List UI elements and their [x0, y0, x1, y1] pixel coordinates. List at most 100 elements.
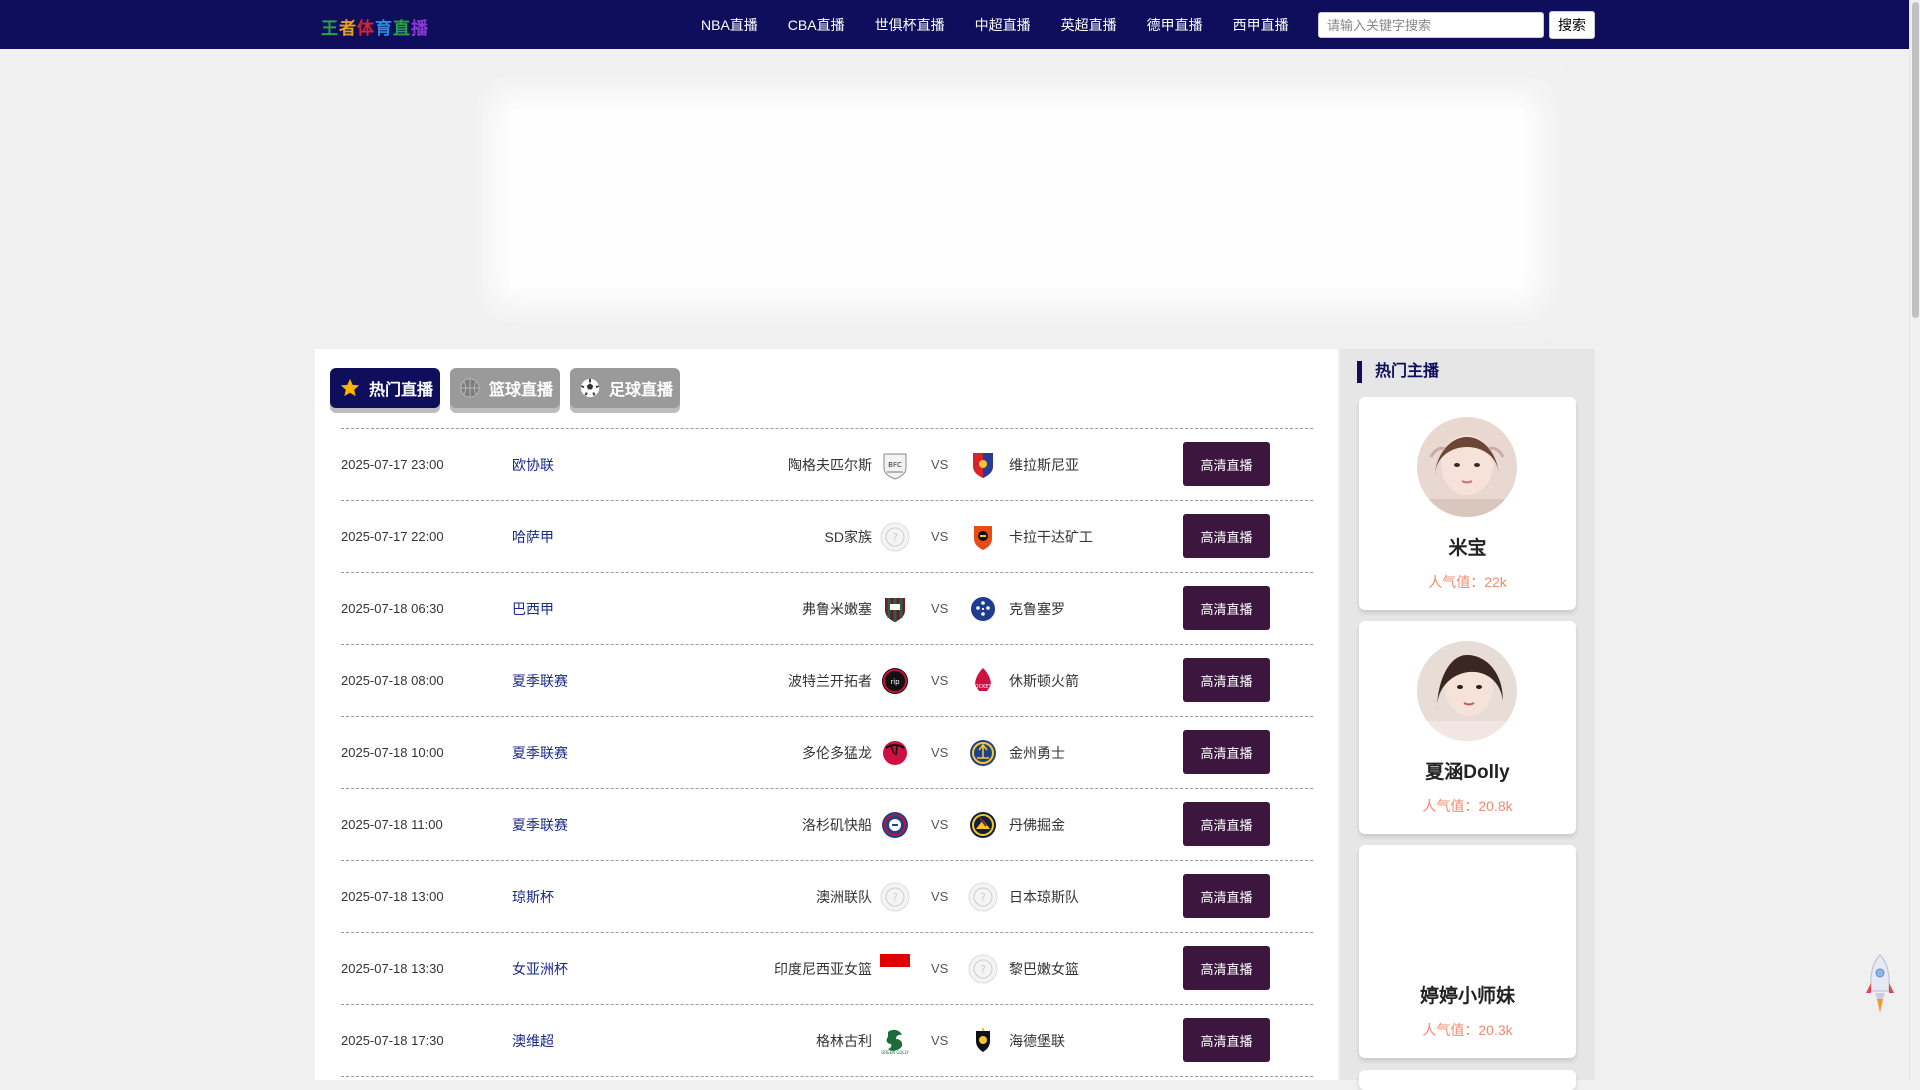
- clippers-logo-icon: [880, 810, 910, 840]
- match-row: 2025-07-18 08:00 夏季联赛 波特兰开拓者 rip VS ROCK…: [341, 645, 1313, 717]
- match-row: 2025-07-17 22:00 哈萨甲 SD家族 ? VS 卡拉干达矿工 高清…: [341, 501, 1313, 573]
- watch-live-button[interactable]: 高清直播: [1183, 442, 1270, 486]
- away-team: 黎巴嫩女篮: [1009, 961, 1079, 977]
- nav-item-club-world-cup[interactable]: 世俱杯直播: [860, 0, 960, 49]
- placeholder-team-icon: ?: [968, 882, 998, 912]
- nav-item-csl[interactable]: 中超直播: [960, 0, 1046, 49]
- vs-label: VS: [931, 529, 949, 544]
- watch-live-button[interactable]: 高清直播: [1183, 946, 1270, 990]
- basketball-icon: [459, 377, 481, 399]
- fluminense-crest-icon: [880, 594, 910, 624]
- home-team: 弗鲁米嫩塞: [802, 601, 872, 617]
- nav-item-la-liga[interactable]: 西甲直播: [1218, 0, 1304, 49]
- nav-item-cba[interactable]: CBA直播: [773, 0, 860, 49]
- tab-label: 篮球直播: [489, 382, 554, 399]
- anchor-name[interactable]: 米宝: [1359, 533, 1576, 560]
- away-team: 日本琼斯队: [1009, 889, 1079, 905]
- watch-live-button[interactable]: 高清直播: [1183, 514, 1270, 558]
- nav-item-nba[interactable]: NBA直播: [686, 0, 773, 49]
- home-team: 格林古利: [816, 1033, 872, 1049]
- logo-char: 直: [393, 19, 411, 38]
- match-row: 2025-07-18 11:00 夏季联赛 洛杉矶快船 VS 丹佛掘金 高清直播: [341, 789, 1313, 861]
- watch-live-button[interactable]: 高清直播: [1183, 802, 1270, 846]
- hot-anchors-sidebar: 热门主播 米宝 人气值：22k 夏涵Dolly 人气值：20.8k 婷婷小师妹 …: [1340, 349, 1595, 1090]
- anchor-name[interactable]: 婷婷小师妹: [1359, 981, 1576, 1008]
- tab-soccer-live[interactable]: 足球直播: [570, 368, 680, 408]
- match-row: 2025-07-18 17:30 澳维超 格林古利 GREEN GULLY VS…: [341, 1005, 1313, 1077]
- avatar[interactable]: [1417, 641, 1517, 741]
- match-league[interactable]: 夏季联赛: [512, 789, 568, 861]
- vs-label: VS: [931, 1033, 949, 1048]
- match-time: 2025-07-17 22:00: [341, 529, 444, 544]
- banner-area: [509, 110, 1525, 288]
- watch-live-button[interactable]: 高清直播: [1183, 1018, 1270, 1062]
- vs-label: VS: [931, 889, 949, 904]
- scrollbar-thumb[interactable]: [1912, 2, 1919, 318]
- anchor-name[interactable]: 夏涵Dolly: [1359, 757, 1576, 784]
- anchor-card[interactable]: 米宝 人气值：22k: [1359, 397, 1576, 610]
- match-panel: 热门直播 篮球直播 足球直播 2025-07-17 23:00 欧协联 陶格夫匹…: [315, 349, 1338, 1080]
- match-league[interactable]: 哈萨甲: [512, 501, 554, 573]
- nav-item-bundesliga[interactable]: 德甲直播: [1132, 0, 1218, 49]
- placeholder-team-icon: ?: [968, 954, 998, 984]
- match-league[interactable]: 夏季联赛: [512, 717, 568, 789]
- away-team: 金州勇士: [1009, 745, 1065, 761]
- nav-item-premier-league[interactable]: 英超直播: [1046, 0, 1132, 49]
- away-team: 克鲁塞罗: [1009, 601, 1065, 617]
- search-button[interactable]: 搜索: [1549, 11, 1595, 39]
- match-time: 2025-07-18 13:30: [341, 961, 444, 976]
- sidebar-title: 热门主播: [1357, 361, 1439, 383]
- svg-text:GREEN GULLY: GREEN GULLY: [881, 1050, 909, 1055]
- watch-live-button[interactable]: 高清直播: [1183, 658, 1270, 702]
- back-to-top-rocket-icon[interactable]: [1864, 953, 1896, 1015]
- page-scrollbar[interactable]: [1909, 0, 1920, 1080]
- match-league[interactable]: 夏季联赛: [512, 645, 568, 717]
- rockets-logo-icon: ROCKETS: [968, 666, 998, 696]
- svg-text:?: ?: [980, 891, 986, 904]
- away-team: 维拉斯尼亚: [1009, 457, 1079, 473]
- raptors-logo-icon: [880, 738, 910, 768]
- watch-live-button[interactable]: 高清直播: [1183, 730, 1270, 774]
- category-tabs: 热门直播 篮球直播 足球直播: [330, 368, 690, 408]
- match-time: 2025-07-18 13:00: [341, 889, 444, 904]
- site-logo[interactable]: 王者体育直播: [321, 14, 429, 38]
- watch-live-button[interactable]: 高清直播: [1183, 586, 1270, 630]
- watch-live-button[interactable]: 高清直播: [1183, 874, 1270, 918]
- svg-text:?: ?: [892, 891, 898, 904]
- search-input[interactable]: [1318, 12, 1544, 38]
- anchor-card[interactable]: 婷婷小师妹 人气值：20.3k: [1359, 845, 1576, 1058]
- match-time: 2025-07-18 06:30: [341, 601, 444, 616]
- tab-hot-live[interactable]: 热门直播: [330, 368, 440, 408]
- top-navbar: 王者体育直播 NBA直播 CBA直播 世俱杯直播 中超直播 英超直播 德甲直播 …: [0, 0, 1909, 49]
- logo-char: 王: [321, 19, 339, 38]
- match-row: 2025-07-18 06:30 巴西甲 弗鲁米嫩塞 VS 克鲁塞罗 高清直播: [341, 573, 1313, 645]
- match-row: 2025-07-18 13:00 琼斯杯 澳洲联队 ? VS ? 日本琼斯队 高…: [341, 861, 1313, 933]
- match-league[interactable]: 琼斯杯: [512, 861, 554, 933]
- anchor-card[interactable]: 夏涵Dolly 人气值：20.8k: [1359, 621, 1576, 834]
- match-list: 2025-07-17 23:00 欧协联 陶格夫匹尔斯 BFC VS 维拉斯尼亚…: [341, 428, 1313, 1077]
- home-team: 印度尼西亚女篮: [774, 961, 872, 977]
- heidelberg-crest-icon: [968, 1026, 998, 1056]
- anchor-popularity: 人气值：20.3k: [1422, 1022, 1513, 1038]
- anchor-popularity: 人气值：22k: [1428, 574, 1507, 590]
- match-league[interactable]: 澳维超: [512, 1005, 554, 1077]
- home-team: 洛杉矶快船: [802, 817, 872, 833]
- vs-label: VS: [931, 745, 949, 760]
- svg-text:?: ?: [892, 531, 898, 544]
- avatar[interactable]: [1417, 417, 1517, 517]
- away-team: 海德堡联: [1009, 1033, 1065, 1049]
- match-league[interactable]: 巴西甲: [512, 573, 554, 645]
- tab-basketball-live[interactable]: 篮球直播: [450, 368, 560, 408]
- match-league[interactable]: 女亚洲杯: [512, 933, 568, 1005]
- cruzeiro-crest-icon: [968, 594, 998, 624]
- avatar[interactable]: [1417, 865, 1517, 965]
- anchor-card[interactable]: [1359, 1070, 1576, 1090]
- match-league[interactable]: 欧协联: [512, 429, 554, 501]
- match-time: 2025-07-18 11:00: [341, 817, 443, 832]
- home-team: SD家族: [824, 529, 872, 545]
- soccer-ball-icon: [579, 377, 601, 399]
- orange-crest-icon: [968, 522, 998, 552]
- svg-text:ROCKETS: ROCKETS: [971, 684, 995, 690]
- anchor-popularity: 人气值：20.8k: [1422, 798, 1513, 814]
- placeholder-team-icon: ?: [880, 522, 910, 552]
